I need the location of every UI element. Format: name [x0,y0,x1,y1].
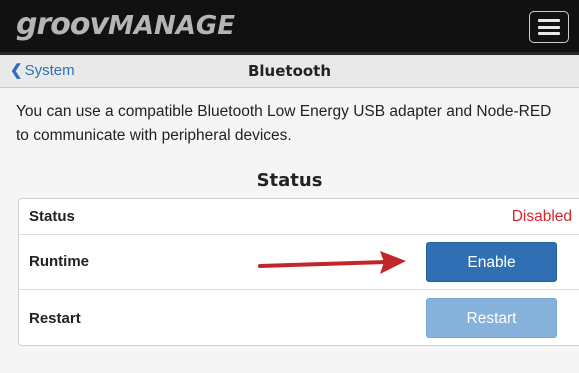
hamburger-menu-icon[interactable] [529,11,569,43]
page-title: Bluetooth [247,62,332,80]
restart-row-label: Restart [29,310,81,327]
groov-manage-logo: groovMANAGE [16,6,235,45]
logo-brand: groov [16,7,109,42]
status-section-title: Status [256,170,323,191]
restart-button: Restart [426,298,557,338]
status-row-label: Status [29,208,75,225]
logo-product: MANAGE [108,11,236,41]
runtime-row-label: Runtime [29,253,89,270]
description-text: You can use a compatible Bluetooth Low E… [16,103,552,144]
breadcrumb-bar: ❮ System Bluetooth [0,55,579,88]
red-arrow-icon [258,251,406,274]
top-bar: groovMANAGE [0,0,579,55]
enable-button[interactable]: Enable [426,242,557,282]
status-badge: Disabled [511,208,572,225]
restart-row: Restart Restart [19,290,579,346]
status-row: Status Disabled [19,199,579,235]
